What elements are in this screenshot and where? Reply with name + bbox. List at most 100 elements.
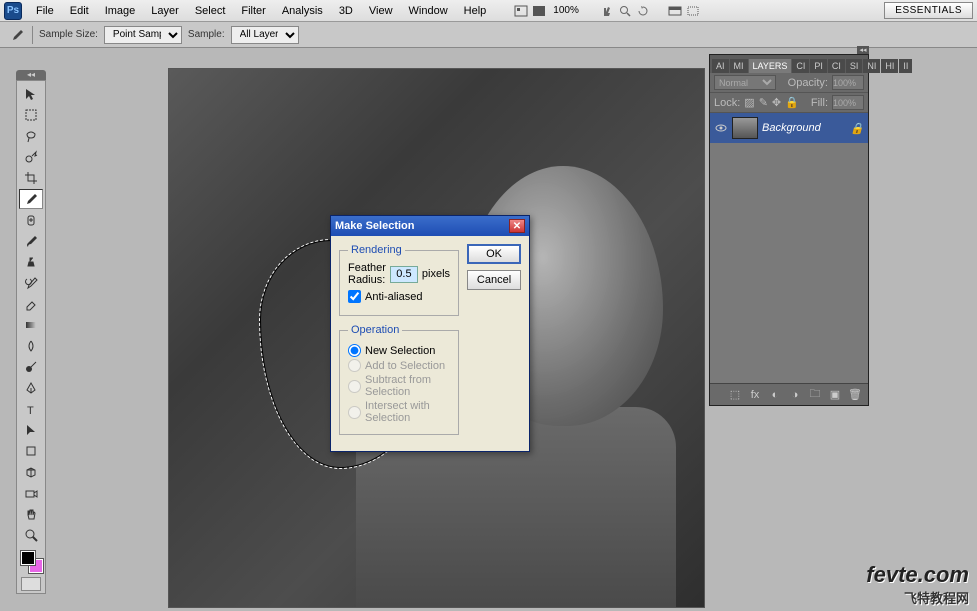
ok-button[interactable]: OK <box>467 244 521 264</box>
menu-view[interactable]: View <box>361 2 401 20</box>
quick-mask-toggle[interactable] <box>21 577 41 591</box>
panel-tab[interactable]: II <box>899 59 912 73</box>
blur-tool[interactable] <box>19 336 43 356</box>
dodge-tool[interactable] <box>19 357 43 377</box>
quick-select-tool[interactable] <box>19 147 43 167</box>
cancel-button[interactable]: Cancel <box>467 270 521 290</box>
foreground-color-swatch[interactable] <box>21 551 35 565</box>
healing-brush-tool[interactable] <box>19 210 43 230</box>
crop-tool[interactable] <box>19 168 43 188</box>
type-tool[interactable]: T <box>19 399 43 419</box>
menu-filter[interactable]: Filter <box>233 2 273 20</box>
op-subtract-radio <box>348 380 361 393</box>
watermark-url: fevte.com <box>866 562 969 588</box>
panel-tab[interactable]: CI <box>828 59 845 73</box>
clone-stamp-tool[interactable] <box>19 252 43 272</box>
op-intersect-radio <box>348 406 361 419</box>
lock-row: Lock: ▨ ✎ ✥ 🔒 Fill: <box>710 93 868 113</box>
svg-text:T: T <box>27 405 34 416</box>
sample-layers-select[interactable]: All Layers <box>231 26 299 44</box>
sample-size-select[interactable]: Point Sample <box>104 26 182 44</box>
layers-panel-footer: ⬚ fx ◐ ◑ 🗀 ▣ 🗑 <box>710 383 868 405</box>
menu-select[interactable]: Select <box>187 2 234 20</box>
app-logo: Ps <box>4 2 22 20</box>
layer-mask-icon[interactable]: ◐ <box>768 388 782 402</box>
menu-image[interactable]: Image <box>97 2 144 20</box>
op-add-label: Add to Selection <box>365 360 445 372</box>
extras-icon[interactable] <box>684 2 702 20</box>
eraser-tool[interactable] <box>19 294 43 314</box>
op-new-label: New Selection <box>365 345 435 357</box>
screen-mode-icon[interactable] <box>666 2 684 20</box>
panel-tab[interactable]: PI <box>810 59 827 73</box>
panel-tab-layers[interactable]: LAYERS <box>749 59 792 73</box>
link-layers-icon[interactable]: ⬚ <box>728 388 742 402</box>
panel-tab[interactable]: HI <box>881 59 898 73</box>
panel-tab[interactable]: CI <box>792 59 809 73</box>
blend-mode-select[interactable]: Normal <box>714 75 776 90</box>
menu-analysis[interactable]: Analysis <box>274 2 331 20</box>
zoom-tool-icon[interactable] <box>616 2 634 20</box>
panel-tab[interactable]: SI <box>846 59 863 73</box>
shape-tool[interactable] <box>19 441 43 461</box>
dialog-titlebar[interactable]: Make Selection ✕ <box>331 216 529 236</box>
zoom-level[interactable]: 100% <box>548 2 584 20</box>
path-select-tool[interactable] <box>19 420 43 440</box>
hand-tool[interactable] <box>19 504 43 524</box>
panel-tab[interactable]: NI <box>863 59 880 73</box>
feather-unit-label: pixels <box>422 268 450 280</box>
visibility-eye-icon[interactable] <box>714 121 728 135</box>
brush-tool[interactable] <box>19 231 43 251</box>
marquee-tool[interactable] <box>19 105 43 125</box>
layer-style-icon[interactable]: fx <box>748 388 762 402</box>
zoom-tool[interactable] <box>19 525 43 545</box>
panel-tab[interactable]: MI <box>730 59 748 73</box>
menu-help[interactable]: Help <box>456 2 495 20</box>
new-layer-icon[interactable]: ▣ <box>828 388 842 402</box>
color-swatches[interactable] <box>19 549 43 575</box>
3d-tool[interactable] <box>19 462 43 482</box>
rendering-fieldset: Rendering Feather Radius: pixels Anti-al… <box>339 244 459 316</box>
dialog-close-button[interactable]: ✕ <box>509 219 525 233</box>
menu-layer[interactable]: Layer <box>143 2 187 20</box>
menu-window[interactable]: Window <box>401 2 456 20</box>
eyedropper-tool-icon[interactable] <box>8 26 26 44</box>
group-icon[interactable]: 🗀 <box>808 388 822 402</box>
toolbox-collapse-tab[interactable]: ◂◂ <box>16 70 46 80</box>
opacity-input[interactable] <box>832 75 864 90</box>
rotate-view-icon[interactable] <box>634 2 652 20</box>
delete-layer-icon[interactable]: 🗑 <box>848 388 862 402</box>
launch-bridge-icon[interactable] <box>512 2 530 20</box>
fill-input[interactable] <box>832 95 864 110</box>
menu-file[interactable]: File <box>28 2 62 20</box>
panel-collapse-button[interactable]: ◂◂ <box>857 46 869 54</box>
gradient-tool[interactable] <box>19 315 43 335</box>
history-brush-tool[interactable] <box>19 273 43 293</box>
eyedropper-tool[interactable] <box>19 189 43 209</box>
menu-edit[interactable]: Edit <box>62 2 97 20</box>
lock-pixels-icon[interactable]: ✎ <box>759 96 768 109</box>
hand-tool-icon[interactable] <box>598 2 616 20</box>
workspace-switcher[interactable]: ESSENTIALS <box>884 2 973 19</box>
layer-thumbnail[interactable] <box>732 117 758 139</box>
operation-legend: Operation <box>348 324 402 336</box>
sample-size-label: Sample Size: <box>39 29 98 40</box>
lock-all-icon[interactable]: 🔒 <box>785 96 799 109</box>
feather-radius-input[interactable] <box>390 266 418 283</box>
menu-3d[interactable]: 3D <box>331 2 361 20</box>
move-tool[interactable] <box>19 84 43 104</box>
lock-transparency-icon[interactable]: ▨ <box>744 96 754 109</box>
panel-tab[interactable]: AI <box>712 59 729 73</box>
layer-row-background[interactable]: Background 🔒 <box>710 113 868 143</box>
anti-aliased-checkbox[interactable] <box>348 290 361 303</box>
layer-list: Background 🔒 <box>710 113 868 383</box>
3d-camera-tool[interactable] <box>19 483 43 503</box>
adjustment-layer-icon[interactable]: ◑ <box>788 388 802 402</box>
lock-label: Lock: <box>714 97 740 109</box>
op-new-radio[interactable] <box>348 344 361 357</box>
lock-position-icon[interactable]: ✥ <box>772 96 781 109</box>
arrange-documents-icon[interactable] <box>530 2 548 20</box>
panel-tab-strip: AI MI LAYERS CI PI CI SI NI HI II <box>710 55 868 73</box>
pen-tool[interactable] <box>19 378 43 398</box>
lasso-tool[interactable] <box>19 126 43 146</box>
